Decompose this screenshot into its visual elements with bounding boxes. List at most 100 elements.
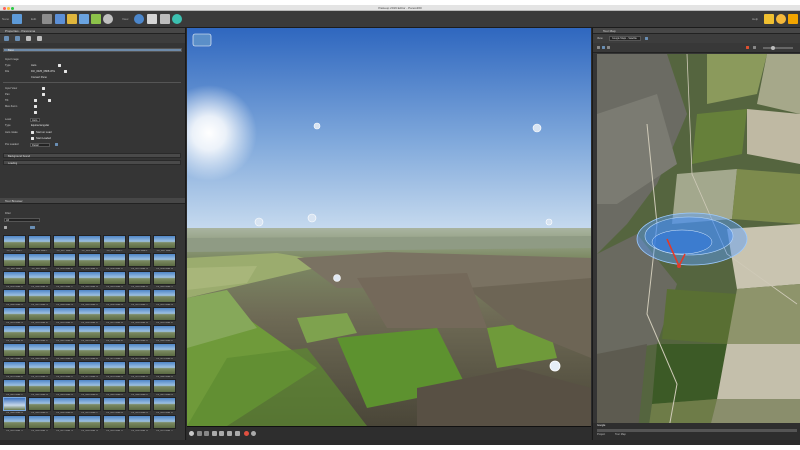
- tour-map-tab[interactable]: Tour Map: [615, 433, 626, 436]
- pano-thumbnail-badge[interactable]: [192, 33, 212, 47]
- pano-thumbnail[interactable]: DJI_0039 Node 15: [3, 271, 26, 288]
- pano-thumbnail[interactable]: DJI_0094 Node 70: [153, 397, 176, 414]
- panorama-image[interactable]: [187, 28, 591, 426]
- nodes-icon[interactable]: [55, 14, 65, 24]
- pan-checkbox[interactable]: [42, 93, 45, 96]
- pano-thumbnail[interactable]: DJI_0075 Node 51: [28, 361, 51, 378]
- pano-thumbnail[interactable]: DJI_0041 Node 17: [53, 271, 76, 288]
- record-icon[interactable]: [244, 431, 249, 436]
- pano-thumbnail[interactable]: DJI_0084 Node 60: [78, 379, 101, 396]
- pano-thumbnail[interactable]: DJI_0100 Node 76: [128, 415, 151, 432]
- pano-thumbnail[interactable]: DJI_0086 Node 62: [128, 379, 151, 396]
- pano-thumbnail[interactable]: DJI_0091 Node 67: [78, 397, 101, 414]
- pano-thumbnail[interactable]: DJI_0026 Node 2: [28, 235, 51, 252]
- extra-checkbox[interactable]: [34, 111, 37, 114]
- hotspot-icon[interactable]: [532, 123, 542, 133]
- start-loaded-checkbox[interactable]: [31, 137, 34, 140]
- background-sound-section[interactable]: Background Sound: [3, 153, 181, 158]
- map-radar-icon[interactable]: [602, 46, 605, 49]
- pano-thumbnail[interactable]: DJI_0030 Node 6: [128, 235, 151, 252]
- pano-thumbnail[interactable]: DJI_0101 Node 77: [153, 415, 176, 432]
- pano-thumbnail[interactable]: DJI_0089 Node 65: [28, 397, 51, 414]
- pano-thumbnail[interactable]: DJI_0095 Node 71: [3, 415, 26, 432]
- pano-thumbnail[interactable]: DJI_0057 Node 33: [103, 307, 126, 324]
- document-icon[interactable]: [147, 14, 157, 24]
- network-icon[interactable]: [103, 14, 113, 24]
- list-icon[interactable]: [37, 36, 42, 41]
- pano-thumbnail[interactable]: DJI_0059 Node 35: [153, 307, 176, 324]
- sort-icon-small[interactable]: [4, 226, 7, 229]
- view-mode-icon[interactable]: [30, 226, 35, 229]
- pano-thumbnail[interactable]: DJI_0061 Node 37: [28, 325, 51, 342]
- tilt-checkbox[interactable]: [34, 99, 37, 102]
- pano-thumbnail[interactable]: DJI_0047 Node 23: [28, 289, 51, 306]
- file-value[interactable]: DJI_0025_0808.JPG: [31, 70, 55, 73]
- hotspot-icon[interactable]: [549, 360, 561, 372]
- pano-thumbnail[interactable]: DJI_0067 Node 43: [3, 343, 26, 360]
- pano-thumbnail[interactable]: DJI_0069 Node 45: [53, 343, 76, 360]
- pano-thumbnail[interactable]: DJI_0083 Node 59: [53, 379, 76, 396]
- pano-thumbnail[interactable]: DJI_0054 Node 30: [28, 307, 51, 324]
- palette-icon[interactable]: [91, 14, 101, 24]
- fullscreen-icon[interactable]: [219, 431, 224, 436]
- add-icon[interactable]: [4, 36, 9, 41]
- pano-thumbnail[interactable]: DJI_0068 Node 44: [28, 343, 51, 360]
- target-icon[interactable]: [251, 431, 256, 436]
- map-type-select[interactable]: Google Maps - Satellite: [609, 36, 641, 41]
- pano-thumbnail[interactable]: DJI_0031 Node 7: [153, 235, 176, 252]
- hotspot-icon[interactable]: [313, 122, 321, 130]
- pano-thumbnail[interactable]: DJI_0050 Node 26: [103, 289, 126, 306]
- pano-thumbnail[interactable]: DJI_0070 Node 46: [78, 343, 101, 360]
- info-icon[interactable]: [55, 143, 58, 146]
- forward-icon[interactable]: [204, 431, 209, 436]
- refresh-icon[interactable]: [15, 36, 20, 41]
- map-arrow-icon[interactable]: [607, 46, 610, 49]
- start-on-load-checkbox[interactable]: [31, 131, 34, 134]
- pano-name-field[interactable]: Base: [3, 48, 182, 52]
- pano-thumbnail[interactable]: DJI_0073 Node 49: [153, 343, 176, 360]
- map-scrollbar[interactable]: [597, 429, 797, 432]
- pano-thumbnail[interactable]: DJI_0085 Node 61: [103, 379, 126, 396]
- play-icon[interactable]: [189, 431, 194, 436]
- pano-thumbnail[interactable]: DJI_0092 Node 68: [103, 397, 126, 414]
- pano-thumbnail[interactable]: DJI_0076 Node 52: [53, 361, 76, 378]
- pano-thumbnail[interactable]: DJI_0034 Node 10: [53, 253, 76, 270]
- pano-thumbnail[interactable]: DJI_0025 Node 1: [3, 235, 26, 252]
- map-locate-icon[interactable]: [753, 46, 756, 49]
- filter-icon[interactable]: [212, 431, 217, 436]
- preview-icon[interactable]: [172, 14, 182, 24]
- hotspot-icon[interactable]: [307, 213, 317, 223]
- output-icon[interactable]: [160, 14, 170, 24]
- map-pin-icon[interactable]: [597, 46, 600, 49]
- pano-thumbnail[interactable]: DJI_0079 Node 55: [128, 361, 151, 378]
- pano-thumbnail[interactable]: DJI_0087 Node 63: [153, 379, 176, 396]
- filter-select[interactable]: All: [4, 218, 40, 222]
- grid-icon[interactable]: [26, 36, 31, 41]
- pano-thumbnail[interactable]: DJI_0053 Node 29: [3, 307, 26, 324]
- pano-thumbnail[interactable]: DJI_0048 Node 24: [53, 289, 76, 306]
- pano-thumbnail[interactable]: DJI_0088 Node 64: [3, 397, 26, 414]
- pano-thumbnail[interactable]: DJI_0028 Node 4: [78, 235, 101, 252]
- help-icon[interactable]: [788, 14, 798, 24]
- pano-thumbnail[interactable]: DJI_0098 Node 74: [78, 415, 101, 432]
- pano-thumbnail[interactable]: DJI_0071 Node 47: [103, 343, 126, 360]
- pano-thumbnail[interactable]: DJI_0043 Node 19: [103, 271, 126, 288]
- new-project-icon[interactable]: [12, 14, 22, 24]
- type-checkbox[interactable]: [58, 64, 61, 67]
- layers-icon[interactable]: [67, 14, 77, 24]
- pano-thumbnail[interactable]: DJI_0036 Node 12: [103, 253, 126, 270]
- pano-thumbnail[interactable]: DJI_0045 Node 21: [153, 271, 176, 288]
- pano-thumbnail[interactable]: DJI_0090 Node 66: [53, 397, 76, 414]
- pano-thumbnail[interactable]: DJI_0049 Node 25: [78, 289, 101, 306]
- hotspot-icon[interactable]: [333, 274, 341, 282]
- pano-thumbnail[interactable]: DJI_0093 Node 69: [128, 397, 151, 414]
- grid-view-icon[interactable]: [235, 431, 240, 436]
- pano-thumbnail[interactable]: DJI_0051 Node 27: [128, 289, 151, 306]
- hotspot-icon[interactable]: [254, 217, 264, 227]
- pano-thumbnail[interactable]: DJI_0055 Node 31: [53, 307, 76, 324]
- settings-icon[interactable]: [227, 431, 232, 436]
- convert-pano-button[interactable]: Convert Pano: [31, 76, 47, 79]
- pano-thumbnail[interactable]: DJI_0042 Node 18: [78, 271, 101, 288]
- pano-thumbnail[interactable]: DJI_0060 Node 36: [3, 325, 26, 342]
- pano-thumbnail[interactable]: DJI_0052 Node 28: [153, 289, 176, 306]
